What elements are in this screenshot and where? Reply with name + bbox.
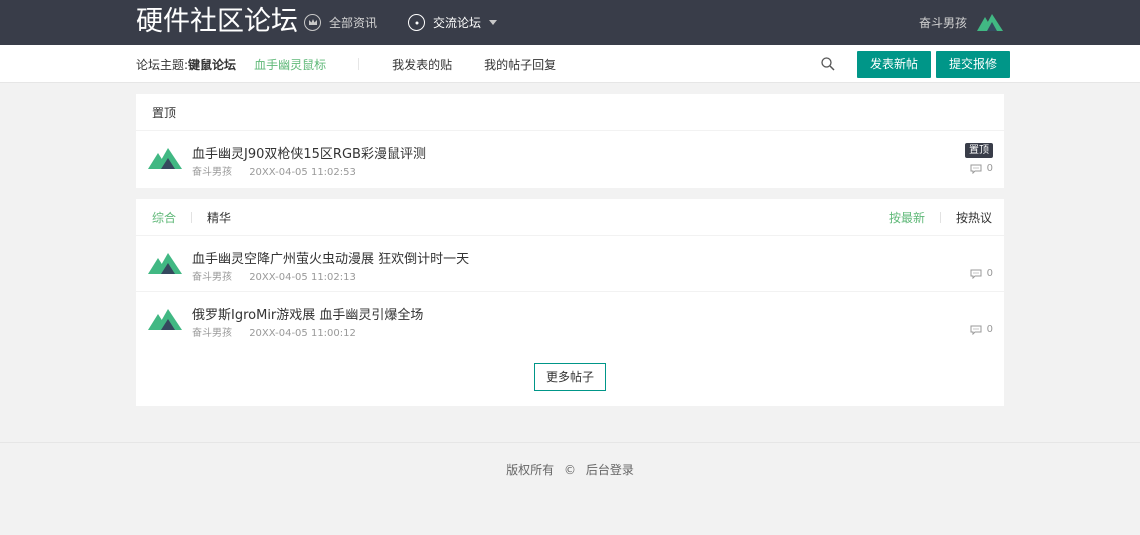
crown-icon — [304, 14, 321, 31]
post-meta: 奋斗男孩 20XX-04-05 11:02:13 — [192, 268, 356, 283]
post-title[interactable]: 血手幽灵J90双枪侠15区RGB彩漫鼠评测 — [192, 143, 426, 162]
post-time: 20XX-04-05 11:00:12 — [249, 328, 356, 339]
comment-icon — [970, 164, 982, 174]
nav-all-news[interactable]: 全部资讯 — [304, 0, 377, 45]
post-author[interactable]: 奋斗男孩 — [192, 328, 232, 339]
subbar-divider — [358, 58, 360, 70]
comment-icon — [970, 325, 982, 335]
avatar[interactable] — [148, 306, 182, 333]
topic-name: 键鼠论坛 — [188, 57, 237, 72]
search-icon[interactable] — [821, 57, 835, 71]
post-title[interactable]: 血手幽灵空降广州萤火虫动漫展 狂欢倒计时一天 — [192, 248, 469, 267]
copyright-symbol: © — [564, 463, 576, 477]
pinned-heading: 置顶 — [136, 94, 1004, 131]
sub-topic-link[interactable]: 血手幽灵鼠标 — [254, 56, 326, 73]
user-avatar-icon — [977, 11, 1003, 34]
post-author[interactable]: 奋斗男孩 — [192, 167, 232, 178]
site-title[interactable]: 硬件社区论坛 — [136, 4, 298, 40]
post-list-panel: 综合 精华 按最新 按热议 血手幽灵空降广州萤火虫动漫展 狂欢倒计时一天 奋斗男… — [136, 199, 1004, 406]
forum-subbar: 论坛主题: 键鼠论坛 血手幽灵鼠标 我发表的贴 我的帖子回复 发表新帖 提交报修 — [0, 45, 1140, 83]
new-post-button[interactable]: 发表新帖 — [857, 51, 932, 78]
comment-count: 0 — [970, 324, 993, 335]
sort-newest[interactable]: 按最新 — [889, 209, 925, 226]
comment-icon — [970, 269, 982, 279]
user-menu[interactable]: 奋斗男孩 — [919, 0, 1003, 45]
user-name: 奋斗男孩 — [918, 16, 967, 30]
nav-forum-label: 交流论坛 — [433, 16, 482, 30]
tab-featured[interactable]: 精华 — [207, 209, 231, 226]
comment-count-value: 0 — [986, 163, 993, 174]
list-tabs-bar: 综合 精华 按最新 按热议 — [136, 199, 1004, 236]
pinned-badge: 置顶 — [965, 143, 993, 158]
tab-all[interactable]: 综合 — [152, 209, 176, 226]
list-item[interactable]: 血手幽灵空降广州萤火虫动漫展 狂欢倒计时一天 奋斗男孩 20XX-04-05 1… — [136, 236, 1004, 292]
avatar[interactable] — [148, 145, 182, 172]
comment-count-value: 0 — [986, 324, 993, 335]
admin-login-link[interactable]: 后台登录 — [586, 463, 634, 477]
footer: 版权所有 © 后台登录 — [0, 442, 1140, 535]
top-header: 硬件社区论坛 全部资讯 交流论坛 奋斗男孩 — [0, 0, 1140, 45]
tab-divider — [191, 211, 193, 223]
topic-label: 论坛主题: — [136, 57, 189, 72]
post-author[interactable]: 奋斗男孩 — [192, 272, 232, 283]
nav-forum[interactable]: 交流论坛 — [408, 0, 498, 45]
avatar[interactable] — [148, 250, 182, 277]
submit-report-button[interactable]: 提交报修 — [936, 51, 1011, 78]
post-meta: 奋斗男孩 20XX-04-05 11:00:12 — [192, 324, 356, 339]
list-item[interactable]: 俄罗斯IgroMir游戏展 血手幽灵引爆全场 奋斗男孩 20XX-04-05 1… — [136, 292, 1004, 348]
more-posts-button[interactable]: 更多帖子 — [534, 363, 606, 391]
sort-divider — [939, 211, 941, 223]
post-time: 20XX-04-05 11:02:53 — [249, 167, 356, 178]
my-replies-link[interactable]: 我的帖子回复 — [484, 56, 556, 73]
pinned-panel: 置顶 血手幽灵J90双枪侠15区RGB彩漫鼠评测 奋斗男孩 20XX-04-05… — [136, 94, 1004, 188]
copyright-text: 版权所有 — [506, 463, 555, 477]
post-time: 20XX-04-05 11:02:13 — [249, 272, 356, 283]
nav-all-news-label: 全部资讯 — [329, 16, 378, 30]
list-item[interactable]: 血手幽灵J90双枪侠15区RGB彩漫鼠评测 奋斗男孩 20XX-04-05 11… — [136, 131, 1004, 187]
post-meta: 奋斗男孩 20XX-04-05 11:02:53 — [192, 163, 356, 178]
comment-count: 0 — [970, 163, 993, 174]
my-posts-link[interactable]: 我发表的贴 — [392, 56, 452, 73]
comment-count-value: 0 — [986, 268, 993, 279]
comment-count: 0 — [970, 268, 993, 279]
sort-hottest[interactable]: 按热议 — [956, 209, 992, 226]
post-title[interactable]: 俄罗斯IgroMir游戏展 血手幽灵引爆全场 — [192, 304, 423, 323]
chevron-down-icon — [489, 20, 498, 25]
chat-icon — [408, 14, 425, 31]
